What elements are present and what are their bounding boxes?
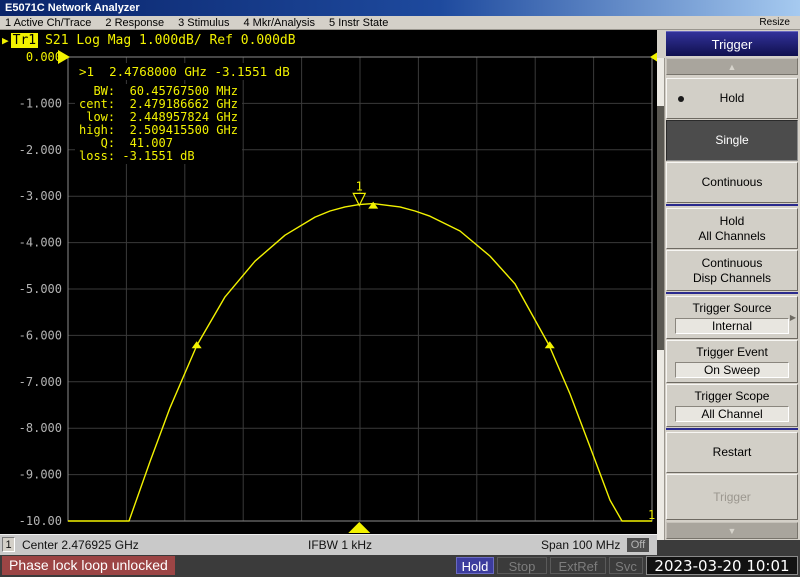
- y-axis-label: -5.000: [19, 282, 62, 296]
- y-axis-label: -6.000: [19, 328, 62, 342]
- grid-corner-channel-label: 1: [648, 508, 655, 522]
- y-axis-label: 0.000: [26, 50, 62, 64]
- menu-item-response[interactable]: 2 Response: [105, 16, 164, 30]
- status-indicator-stop: Stop: [497, 557, 547, 574]
- channel-status-bar: 1 Center 2.476925 GHz IFBW 1 kHz Span 10…: [0, 534, 657, 555]
- softkey-group-separator: [666, 204, 798, 206]
- softkey-hold-all-channels[interactable]: Hold All Channels: [666, 208, 798, 249]
- instrument-status-bar: Phase lock loop unlocked Hold Stop ExtRef S…: [0, 555, 800, 577]
- channel-number: 1: [2, 537, 15, 552]
- softkey-value-trigger-source: Internal: [675, 318, 789, 334]
- status-indicator-hold: Hold: [456, 557, 494, 574]
- softkey-hold[interactable]: Hold: [666, 78, 798, 119]
- sidebar-bottom-filler: [657, 540, 800, 555]
- y-axis-label: -7.000: [19, 375, 62, 389]
- softkey-label: Disp Channels: [692, 270, 772, 285]
- bw-high-marker-icon: [544, 341, 555, 349]
- marker1-readout: >1 2.4768000 GHz -3.1551 dB: [75, 63, 294, 80]
- clock: 2023-03-20 10:01: [646, 556, 798, 575]
- softkey-label: All Channels: [698, 228, 766, 243]
- softkey-trigger-scope[interactable]: Trigger Scope All Channel: [666, 384, 798, 427]
- status-indicator-svc: Svc: [609, 557, 643, 574]
- softkey-trigger: Trigger: [666, 474, 798, 520]
- stimulus-marker-icon[interactable]: [348, 522, 371, 533]
- submenu-arrow-icon: ▶: [789, 312, 796, 322]
- softkey-label: Trigger: [713, 489, 751, 504]
- e5071c-window: E5071C Network Analyzer 1 Active Ch/Trac…: [0, 0, 800, 577]
- softkey-label: Hold: [719, 91, 745, 105]
- y-axis-label: -2.000: [19, 143, 62, 157]
- softkey-single[interactable]: Single: [666, 120, 798, 161]
- y-axis-label: -9.000: [19, 468, 62, 482]
- softkey-trigger-source[interactable]: Trigger Source Internal ▶: [666, 296, 798, 339]
- y-axis-label: -3.000: [19, 189, 62, 203]
- analyzer-screen: ▶ Tr1 S21 Log Mag 1.000dB/ Ref 0.000dB 0…: [0, 30, 657, 534]
- status-indicator-extref: ExtRef: [550, 557, 606, 574]
- softkey-label: Single: [715, 133, 749, 147]
- marker1-number: 1: [356, 179, 363, 193]
- menu-item-active-chtrace[interactable]: 1 Active Ch/Trace: [5, 16, 91, 30]
- ifbw-label[interactable]: IFBW 1 kHz: [275, 535, 405, 555]
- scroll-down-icon: ▼: [727, 526, 737, 536]
- menu-item-instr-state[interactable]: 5 Instr State: [329, 16, 388, 30]
- softkey-sidebar: Trigger ▲ Hold Single Continuous Hold All Ch…: [657, 30, 800, 555]
- softkey-label: Continuous: [701, 255, 763, 270]
- scrollbar-thumb[interactable]: [657, 106, 664, 350]
- bw-low-marker-icon: [191, 341, 202, 349]
- window-titlebar[interactable]: E5071C Network Analyzer: [0, 0, 800, 16]
- softkey-group-separator: [666, 292, 798, 294]
- softkey-label: Hold: [719, 213, 745, 228]
- y-axis-label: -4.000: [19, 236, 62, 250]
- softkey-scrollbar[interactable]: [657, 58, 665, 540]
- center-frequency-label[interactable]: Center 2.476925 GHz: [22, 535, 139, 555]
- menubar: 1 Active Ch/Trace 2 Response 3 Stimulus 4 M…: [0, 16, 800, 30]
- scroll-up-button[interactable]: ▲: [666, 58, 798, 75]
- bandwidth-readout: BW: 60.45767500 MHz cent: 2.479186662 GH…: [75, 84, 242, 164]
- y-axis-label: -10.00: [19, 514, 62, 528]
- span-label[interactable]: Span 100 MHz: [541, 535, 620, 555]
- ref-level-right-icon[interactable]: [650, 50, 657, 64]
- error-message: Phase lock loop unlocked: [2, 556, 175, 575]
- softkey-continuous-disp-channels[interactable]: Continuous Disp Channels: [666, 250, 798, 291]
- marker1[interactable]: 1: [352, 179, 367, 207]
- softkey-group-separator: [666, 428, 798, 430]
- softkey-menu-title: Trigger: [666, 31, 798, 56]
- off-indicator: Off: [627, 538, 649, 552]
- scroll-up-icon: ▲: [727, 62, 737, 72]
- menu-item-mkranalysis[interactable]: 4 Mkr/Analysis: [243, 16, 315, 30]
- radio-selected-icon: [678, 95, 684, 102]
- y-axis-label: -1.000: [19, 96, 62, 110]
- softkey-label: Continuous: [701, 175, 763, 189]
- y-axis-label: -8.000: [19, 421, 62, 435]
- softkey-continuous[interactable]: Continuous: [666, 162, 798, 203]
- softkey-value-trigger-event: On Sweep: [675, 362, 789, 378]
- softkey-label: Trigger Source: [692, 301, 772, 315]
- window-title: E5071C Network Analyzer: [5, 2, 140, 14]
- bw-center-marker-icon: [368, 201, 379, 209]
- scroll-down-button[interactable]: ▼: [666, 522, 798, 539]
- softkey-trigger-event[interactable]: Trigger Event On Sweep: [666, 340, 798, 383]
- softkey-label: Trigger Event: [696, 345, 768, 359]
- softkey-value-trigger-scope: All Channel: [675, 406, 789, 422]
- softkey-label: Trigger Scope: [694, 389, 770, 403]
- resize-control[interactable]: Resize: [759, 16, 790, 30]
- softkey-restart[interactable]: Restart: [666, 432, 798, 473]
- menu-item-stimulus[interactable]: 3 Stimulus: [178, 16, 229, 30]
- softkey-label: Restart: [712, 445, 752, 459]
